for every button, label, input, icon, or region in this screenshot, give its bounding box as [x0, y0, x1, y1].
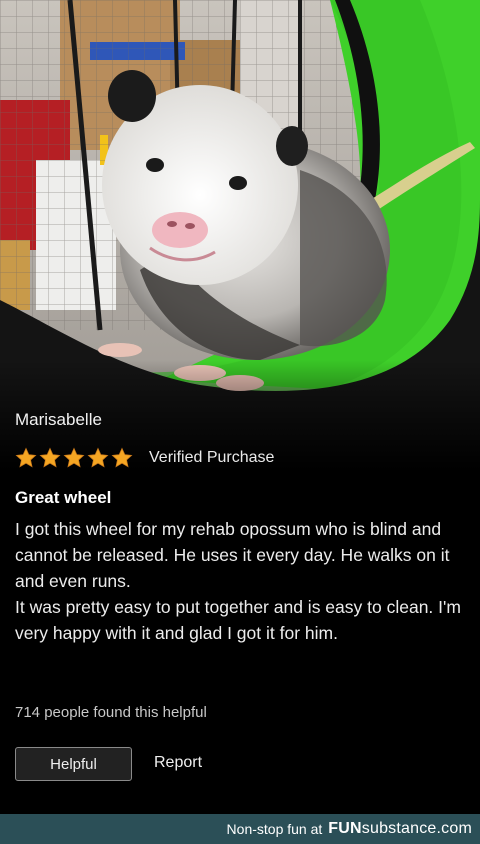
verified-purchase-badge: Verified Purchase [149, 449, 275, 466]
star-icon [15, 447, 37, 468]
footer-tagline: Non-stop fun at [226, 821, 323, 837]
star-icon [87, 447, 109, 468]
review-body-paragraph: It was pretty easy to put together and i… [15, 597, 461, 643]
helpful-count: 714 people found this helpful [15, 704, 207, 721]
review-body: I got this wheel for my rehab opossum wh… [15, 516, 470, 646]
star-icon [111, 447, 133, 468]
report-link[interactable]: Report [154, 754, 202, 772]
star-rating [15, 447, 133, 469]
brand-suffix: substance [361, 820, 437, 837]
rating-row: Verified Purchase [15, 445, 274, 471]
star-icon [39, 447, 61, 468]
star-icon [63, 447, 85, 468]
watermark-footer: Non-stop fun at FUNsubstance.com [0, 814, 480, 844]
brand-domain: .com [436, 820, 472, 837]
review-title: Great wheel [15, 488, 112, 507]
helpful-button[interactable]: Helpful [15, 747, 132, 781]
funsubstance-logo: FUNsubstance.com [328, 820, 472, 838]
brand-prefix: FUN [328, 820, 362, 837]
reviewer-name[interactable]: Marisabelle [15, 410, 102, 430]
review-body-paragraph: I got this wheel for my rehab opossum wh… [15, 519, 450, 591]
review-card: Marisabelle Verified Purchase Great whee… [0, 400, 480, 814]
